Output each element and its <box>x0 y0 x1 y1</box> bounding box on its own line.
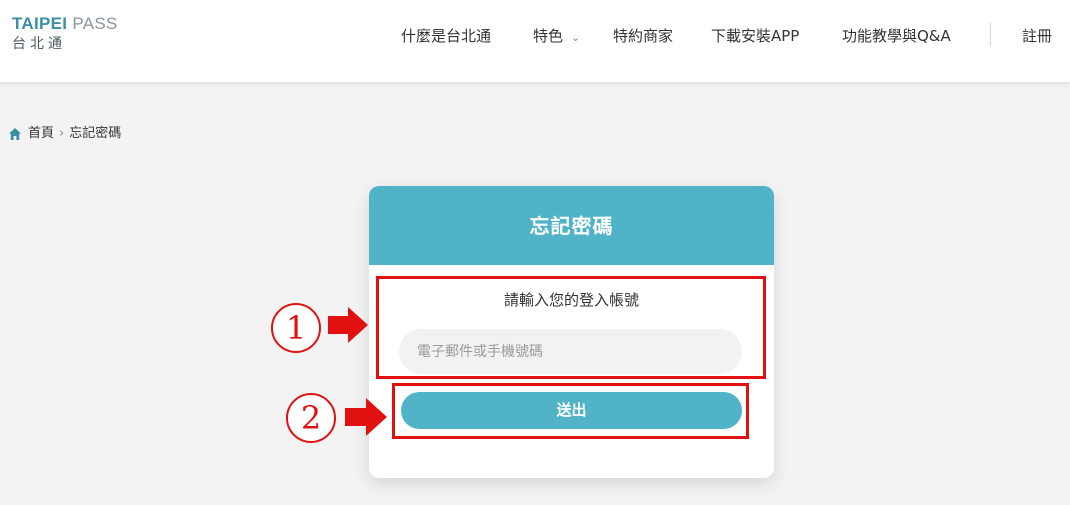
nav-item-tutorial-qa[interactable]: 功能教學與Q&A <box>842 26 951 46</box>
logo-subtitle: 台北通 <box>12 36 66 52</box>
step-1-badge: 1 <box>271 303 321 353</box>
breadcrumb-separator: › <box>59 126 65 141</box>
step-2-badge: 2 <box>286 393 336 443</box>
taipei-pass-logo[interactable]: TAIPEI PASS 台北通 <box>12 14 118 53</box>
breadcrumb-current: 忘記密碼 <box>69 126 122 141</box>
nav-divider <box>990 22 991 46</box>
nav-item-partner-stores[interactable]: 特約商家 <box>613 26 673 46</box>
card-title: 忘記密碼 <box>369 186 774 265</box>
logo-text-light: PASS <box>72 14 118 33</box>
home-icon <box>9 128 21 140</box>
breadcrumb-home-link[interactable]: 首頁 <box>28 125 54 143</box>
site-header: TAIPEI PASS 台北通 什麼是台北通 特色 ⌄ 特約商家 下載安裝APP … <box>0 0 1070 82</box>
arrow-right-icon <box>345 398 387 436</box>
arrow-right-icon <box>328 307 368 343</box>
nav-item-download-app[interactable]: 下載安裝APP <box>711 26 799 46</box>
highlight-box-step2 <box>392 383 749 439</box>
chevron-down-icon: ⌄ <box>571 31 581 44</box>
logo-text-bold: TAIPEI <box>12 14 68 33</box>
nav-item-features-label: 特色 <box>533 27 564 45</box>
nav-item-what-is-taipei-pass[interactable]: 什麼是台北通 <box>401 26 491 46</box>
breadcrumb: 首頁 › 忘記密碼 <box>8 125 121 143</box>
nav-item-features[interactable]: 特色 ⌄ <box>533 26 580 48</box>
register-link[interactable]: 註冊 <box>1022 26 1052 46</box>
highlight-box-step1 <box>376 276 766 379</box>
